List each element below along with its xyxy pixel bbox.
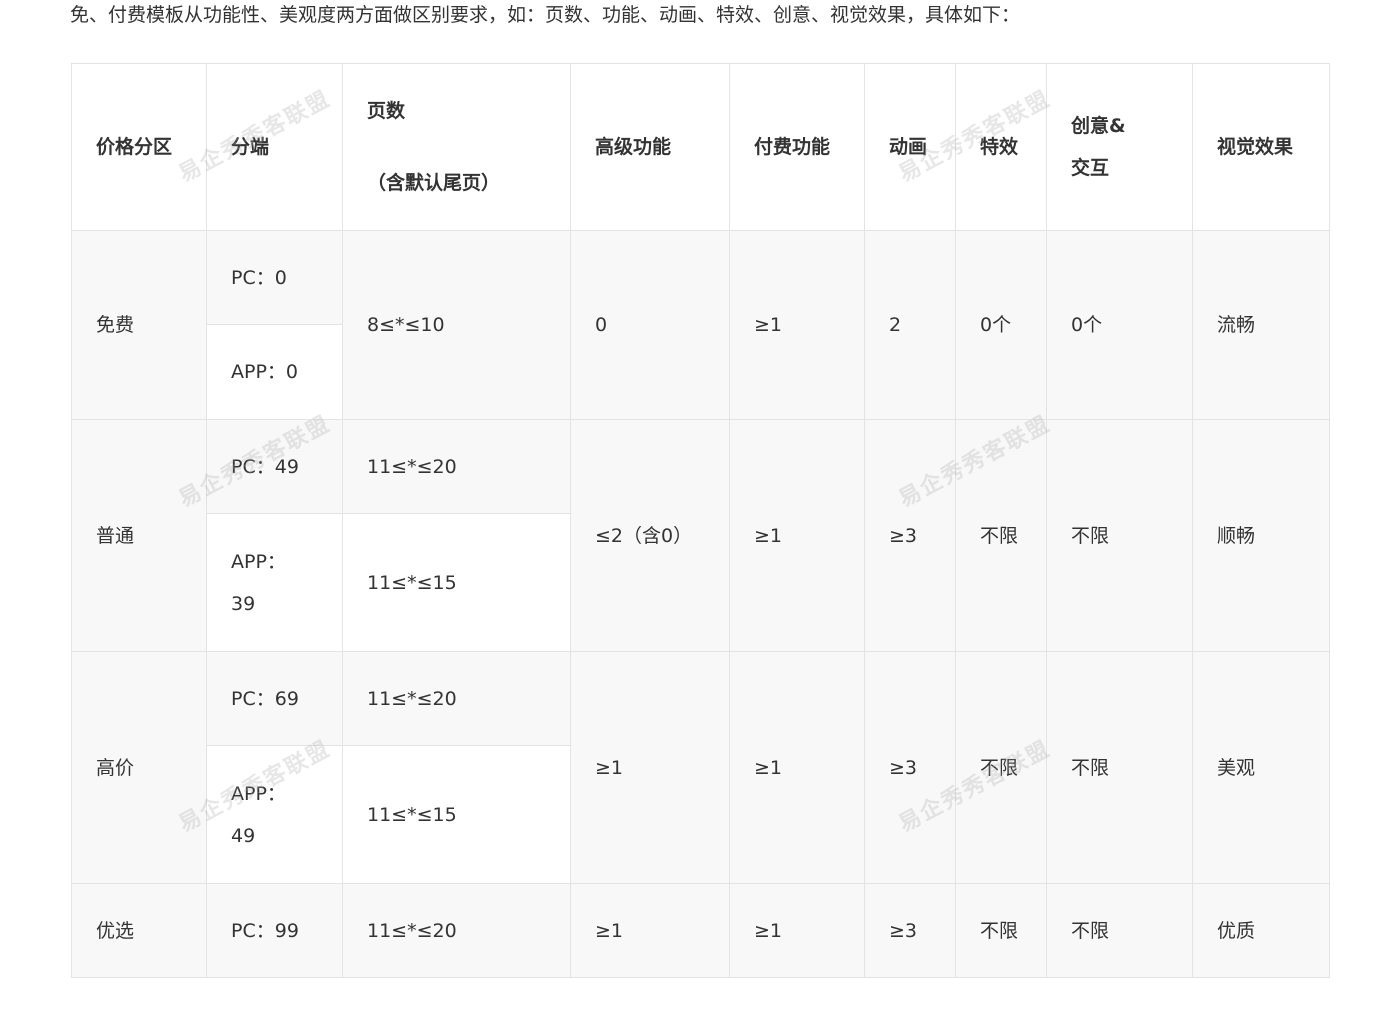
intro-text: 免、付费模板从功能性、美观度两方面做区别要求，如：页数、功能、动画、特效、创意、… [70, 4, 1021, 26]
free-visual: 流畅 [1192, 230, 1330, 420]
header-creative-line1: 创意& [1071, 115, 1126, 137]
select-advanced: ≥1 [570, 883, 730, 978]
free-pages: 8≤*≤10 [342, 230, 571, 420]
normal-app-line1: APP： [231, 550, 286, 573]
premium-app-line1: APP： [231, 782, 286, 805]
select-paid: ≥1 [729, 883, 865, 978]
premium-visual: 美观 [1192, 651, 1330, 884]
normal-visual: 顺畅 [1192, 419, 1330, 652]
free-animation: 2 [864, 230, 956, 420]
row-premium-pc: 高价 PC：69 11≤*≤20 ≥1 ≥1 ≥3 不限 不限 美观 [71, 651, 1330, 884]
normal-pc: PC：49 [206, 419, 343, 514]
header-advanced: 高级功能 [570, 63, 730, 231]
premium-pc-pages: 11≤*≤20 [342, 651, 571, 746]
header-price-zone: 价格分区 [71, 63, 207, 231]
normal-advanced: ≤2（含0） [570, 419, 730, 652]
normal-animation: ≥3 [864, 419, 956, 652]
header-pages-line1: 页数 [367, 100, 406, 122]
free-creative: 0个 [1046, 230, 1193, 420]
header-paid: 付费功能 [729, 63, 865, 231]
premium-advanced: ≥1 [570, 651, 730, 884]
normal-paid: ≥1 [729, 419, 865, 652]
select-visual: 优质 [1192, 883, 1330, 978]
select-pages: 11≤*≤20 [342, 883, 571, 978]
premium-pc: PC：69 [206, 651, 343, 746]
free-effects: 0个 [955, 230, 1047, 420]
header-pages: 页数 （含默认尾页） [342, 63, 571, 231]
premium-app-pages: 11≤*≤15 [342, 745, 571, 884]
free-advanced: 0 [570, 230, 730, 420]
header-visual: 视觉效果 [1192, 63, 1330, 231]
normal-app: APP： 39 [206, 513, 343, 652]
premium-zone: 高价 [71, 651, 207, 884]
select-creative: 不限 [1046, 883, 1193, 978]
normal-pc-pages: 11≤*≤20 [342, 419, 571, 514]
premium-paid: ≥1 [729, 651, 865, 884]
premium-animation: ≥3 [864, 651, 956, 884]
select-animation: ≥3 [864, 883, 956, 978]
header-pages-line2: （含默认尾页） [367, 172, 501, 194]
header-platform: 分端 [206, 63, 343, 231]
free-app: APP：0 [206, 324, 343, 420]
normal-creative: 不限 [1046, 419, 1193, 652]
normal-app-line2: 39 [231, 592, 256, 615]
free-paid: ≥1 [729, 230, 865, 420]
header-creative: 创意& 交互 [1046, 63, 1193, 231]
row-free-pc: 免费 PC：0 8≤*≤10 0 ≥1 2 0个 0个 流畅 [71, 230, 1330, 420]
premium-effects: 不限 [955, 651, 1047, 884]
header-effects: 特效 [955, 63, 1047, 231]
normal-effects: 不限 [955, 419, 1047, 652]
premium-app-line2: 49 [231, 824, 256, 847]
select-effects: 不限 [955, 883, 1047, 978]
template-requirements-table: 价格分区 分端 页数 （含默认尾页） 高级功能 付费功能 动画 特效 创意& 交… [71, 63, 1330, 978]
premium-app: APP： 49 [206, 745, 343, 884]
header-row: 价格分区 分端 页数 （含默认尾页） 高级功能 付费功能 动画 特效 创意& 交… [71, 63, 1330, 231]
select-zone: 优选 [71, 883, 207, 978]
header-animation: 动画 [864, 63, 956, 231]
row-normal-pc: 普通 PC：49 11≤*≤20 ≤2（含0） ≥1 ≥3 不限 不限 顺畅 [71, 419, 1330, 652]
free-zone: 免费 [71, 230, 207, 420]
premium-creative: 不限 [1046, 651, 1193, 884]
row-select: 优选 PC：99 11≤*≤20 ≥1 ≥1 ≥3 不限 不限 优质 [71, 883, 1330, 978]
free-pc: PC：0 [206, 230, 343, 325]
select-pc: PC：99 [206, 883, 343, 978]
normal-zone: 普通 [71, 419, 207, 652]
header-creative-line2: 交互 [1071, 157, 1110, 179]
normal-app-pages: 11≤*≤15 [342, 513, 571, 652]
